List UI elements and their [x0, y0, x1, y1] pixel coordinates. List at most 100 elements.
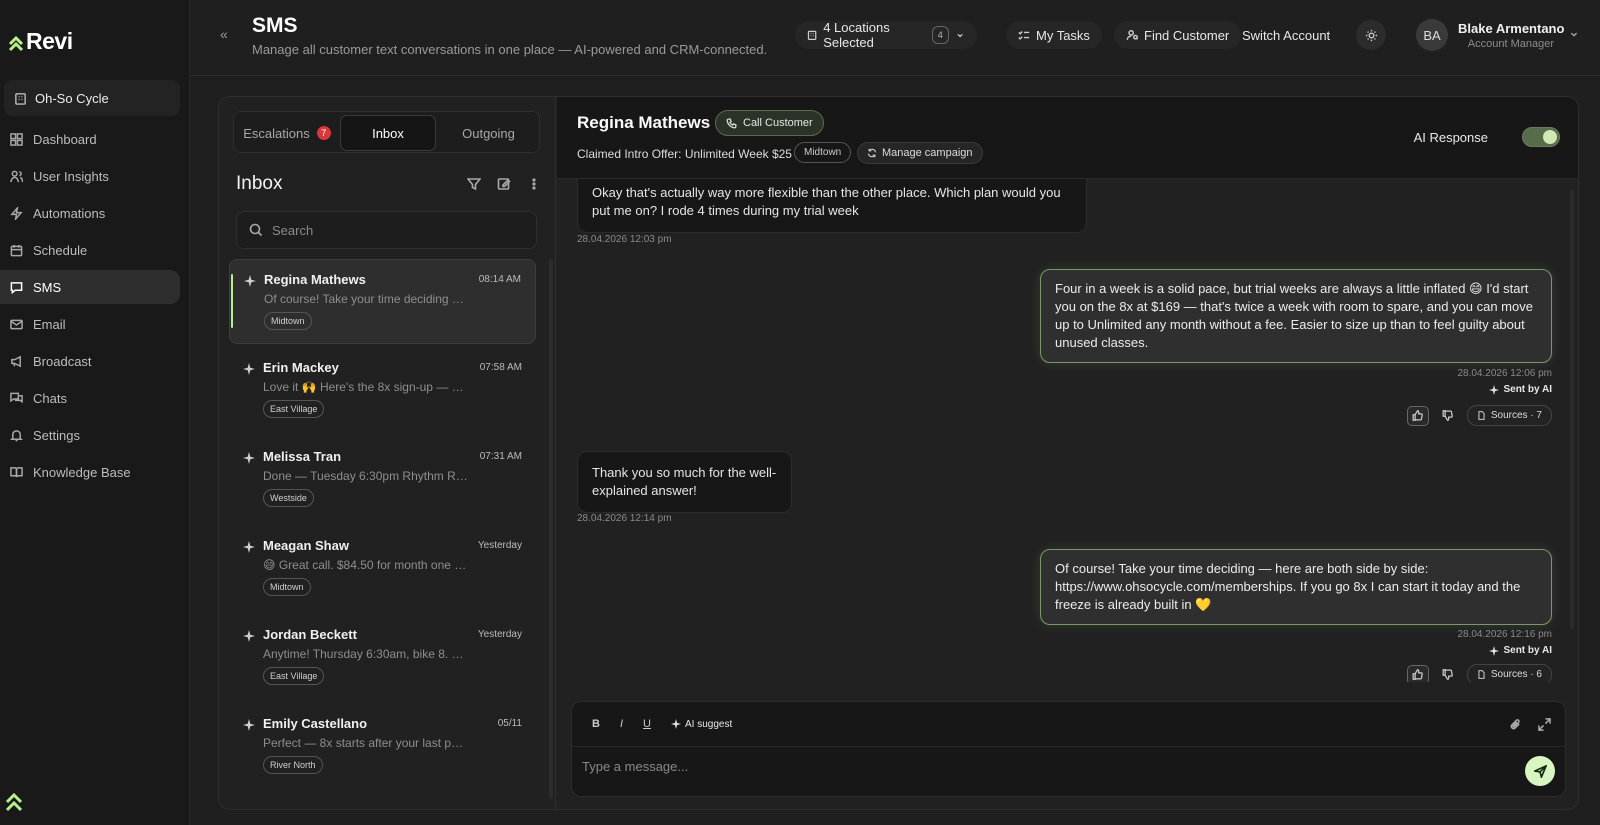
- bold-button[interactable]: B: [592, 718, 600, 730]
- search-box[interactable]: [236, 211, 537, 249]
- avatar[interactable]: BA: [1416, 19, 1448, 51]
- message-timestamp: 28.04.2026 12:14 pm: [577, 513, 672, 524]
- chat-scrollbar[interactable]: [1570, 189, 1574, 629]
- inbox-scrollbar[interactable]: [549, 259, 553, 799]
- sidebar-item-chats[interactable]: Chats: [0, 381, 180, 415]
- inbox-panel: Escalations 7 Inbox Outgoing Inbox Searc…: [219, 97, 556, 809]
- sidebar-item-sms[interactable]: SMS: [0, 270, 180, 304]
- sources-button[interactable]: Sources · 6: [1466, 664, 1552, 682]
- list-item[interactable]: Emily Castellano 05/11 Perfect — 8x star…: [229, 704, 536, 789]
- paperclip-icon[interactable]: [1509, 718, 1522, 731]
- ai-sparkle-icon: [243, 630, 255, 642]
- location-tag: East Village: [263, 667, 325, 685]
- sidebar-item-knowledge-base[interactable]: Knowledge Base: [0, 455, 180, 489]
- conversation-time: 05/11: [497, 718, 522, 729]
- more-vertical-icon[interactable]: [527, 177, 541, 191]
- sent-by-ai: Sent by AI: [1489, 384, 1552, 395]
- conversation-preview: 😅 Great call. $84.50 for month one and t…: [263, 558, 468, 572]
- sidebar-item-automations[interactable]: Automations: [0, 196, 180, 230]
- thumbs-up-button[interactable]: [1406, 664, 1429, 682]
- ai-sparkle-icon: [243, 719, 255, 731]
- list-item[interactable]: Meagan Shaw Yesterday 😅 Great call. $84.…: [229, 526, 536, 611]
- thumbs-down-button[interactable]: [1437, 406, 1459, 426]
- users-icon: [10, 170, 23, 182]
- sidebar-item-settings[interactable]: Settings: [0, 418, 180, 452]
- conversation-time: 08:14 AM: [478, 274, 521, 285]
- tab-label: Outgoing: [462, 125, 515, 141]
- location-tag: Midtown: [264, 312, 312, 330]
- send-button[interactable]: [1525, 756, 1555, 786]
- sidebar-item-schedule[interactable]: Schedule: [0, 233, 180, 267]
- manage-campaign-button[interactable]: Manage campaign: [857, 142, 983, 164]
- filter-icon[interactable]: [467, 177, 481, 191]
- ai-response-toggle[interactable]: [1522, 127, 1560, 147]
- sidebar-nav: Dashboard User Insights Automations Sche…: [0, 122, 190, 492]
- chevron-down-icon: [957, 33, 963, 38]
- tab-outgoing[interactable]: Outgoing: [439, 115, 538, 151]
- sidebar-item-broadcast[interactable]: Broadcast: [0, 344, 180, 378]
- incoming-message: Thank you so much for the well-explained…: [577, 451, 792, 513]
- compose-icon[interactable]: [497, 177, 511, 191]
- conversation-name: Emily Castellano: [263, 716, 368, 731]
- sidebar-item-label: Settings: [33, 427, 80, 443]
- composer-divider: [572, 746, 1565, 747]
- message-timestamp: 28.04.2026 12:16 pm: [1457, 629, 1552, 640]
- bolt-icon: [10, 206, 23, 220]
- sidebar-item-label: Chats: [33, 390, 67, 406]
- chevron-down-icon[interactable]: [1568, 28, 1580, 40]
- call-customer-button[interactable]: Call Customer: [715, 110, 824, 136]
- collapse-sidebar-icon[interactable]: «: [220, 26, 228, 42]
- sidebar-item-dashboard[interactable]: Dashboard: [0, 122, 180, 156]
- app-logo[interactable]: Revi: [8, 28, 73, 55]
- sent-by-ai: Sent by AI: [1489, 645, 1552, 656]
- my-tasks-button[interactable]: My Tasks: [1006, 21, 1102, 49]
- thumbs-down-button[interactable]: [1437, 665, 1459, 683]
- ai-response-label: AI Response: [1413, 130, 1488, 145]
- bell-icon: [10, 429, 23, 441]
- top-header: « SMS Manage all customer text conversat…: [190, 0, 1600, 76]
- expand-icon[interactable]: [1538, 718, 1551, 731]
- sidebar-item-user-insights[interactable]: User Insights: [0, 159, 180, 193]
- sources-label: Sources · 7: [1490, 410, 1542, 421]
- sources-button[interactable]: Sources · 7: [1466, 405, 1552, 426]
- outgoing-message: Four in a week is a solid pace, but tria…: [1040, 269, 1552, 363]
- page-subtitle: Manage all customer text conversations i…: [252, 42, 768, 57]
- composer-tools: [1509, 718, 1551, 731]
- ai-sparkle-icon: [1489, 384, 1500, 395]
- my-tasks-label: My Tasks: [1036, 27, 1090, 43]
- underline-button[interactable]: U: [643, 718, 651, 730]
- tab-escalations[interactable]: Escalations 7: [237, 115, 337, 151]
- sidebar-item-email[interactable]: Email: [0, 307, 180, 341]
- list-item[interactable]: Regina Mathews 08:14 AM Of course! Take …: [229, 259, 536, 344]
- building-icon: [15, 92, 26, 105]
- thumbs-down-icon: [1442, 410, 1454, 421]
- refresh-icon: [867, 148, 877, 158]
- list-item[interactable]: Erin Mackey 07:58 AM Love it 🙌 Here's th…: [229, 348, 536, 433]
- italic-button[interactable]: I: [620, 718, 623, 730]
- message-thread: Okay that's actually way more flexible t…: [557, 179, 1578, 683]
- message-input[interactable]: [582, 752, 1482, 780]
- ai-suggest-button[interactable]: AI suggest: [670, 719, 732, 730]
- theme-toggle-button[interactable]: [1356, 20, 1386, 50]
- locations-count-badge: 4: [931, 26, 949, 44]
- message-timestamp: 28.04.2026 12:06 pm: [1457, 368, 1552, 379]
- org-switcher[interactable]: Oh-So Cycle: [4, 80, 180, 116]
- inbox-title: Inbox: [236, 173, 283, 194]
- find-customer-button[interactable]: Find Customer: [1114, 21, 1242, 49]
- message-timestamp: 28.04.2026 12:03 pm: [577, 234, 672, 245]
- manage-campaign-label: Manage campaign: [882, 147, 973, 159]
- ai-sparkle-icon: [1489, 645, 1500, 656]
- tab-inbox[interactable]: Inbox: [340, 115, 436, 151]
- locations-selector[interactable]: 4 Locations Selected 4: [795, 20, 977, 50]
- phone-icon: [726, 118, 737, 128]
- conversation-preview: Love it 🙌 Here's the 8x sign-up — h...: [263, 380, 468, 394]
- switch-account-button[interactable]: Switch Account: [1230, 21, 1342, 49]
- sms-workspace: Escalations 7 Inbox Outgoing Inbox Searc…: [218, 96, 1579, 810]
- list-item[interactable]: Melissa Tran 07:31 AM Done — Tuesday 6:3…: [229, 437, 536, 522]
- sidebar-item-label: Knowledge Base: [33, 464, 131, 480]
- ai-sparkle-icon: [243, 452, 255, 464]
- chats-icon: [10, 392, 23, 403]
- search-input[interactable]: [272, 222, 512, 238]
- thumbs-up-button[interactable]: [1406, 405, 1429, 426]
- list-item[interactable]: Jordan Beckett Yesterday Anytime! Thursd…: [229, 615, 536, 700]
